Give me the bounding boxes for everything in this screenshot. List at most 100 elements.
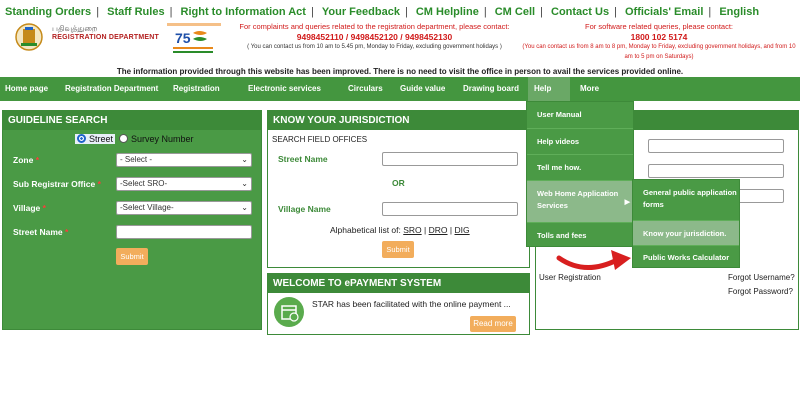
jurisdiction-panel: KNOW YOUR JURISDICTION SEARCH FIELD OFFI… [267,110,530,268]
alpha-list: Alphabetical list of: SRO | DRO | DIG [330,225,470,235]
nav-registration-department[interactable]: Registration Department [65,77,158,101]
sro-label: Sub Registrar Office * [13,179,101,189]
submenu-know-your-jurisdiction[interactable]: Know your jurisdiction. [633,220,739,245]
jur-village-input[interactable] [382,202,518,216]
village-label-text: Village [13,203,41,213]
street-label: Street Name * [13,227,68,237]
alpha-prefix: Alphabetical list of: [330,225,401,235]
separator: | [169,6,173,18]
jurisdiction-submit-button[interactable]: Submit [382,241,414,258]
chevron-down-icon: ⌄ [241,155,248,164]
link-staff-rules[interactable]: Staff Rules [102,6,169,18]
separator: | [424,225,427,235]
read-more-button[interactable]: Read more [470,316,516,332]
calendar-payment-icon [274,297,304,327]
complaint-note: ( You can contact us from 10 am to 5.45 … [247,44,502,50]
zone-select[interactable]: - Select - ⌄ [116,153,252,167]
dept-name-tamil: பதிவுத்துறை [52,24,98,33]
nav-help[interactable]: Help [528,77,570,101]
radio-survey[interactable]: Survey Number [119,134,194,144]
help-menu: User Manual Help videos Tell me how. Web… [526,101,634,247]
link-dro[interactable]: DRO [429,225,448,235]
submenu-public-works-calculator[interactable]: Public Works Calculator [633,245,739,269]
menu-user-manual[interactable]: User Manual [527,102,633,128]
link-officials-email[interactable]: Officials' Email [620,6,708,18]
nav-home[interactable]: Home page [5,77,48,101]
link-cm-helpline[interactable]: CM Helpline [411,6,484,18]
separator: | [614,6,617,18]
required-marker: * [97,179,101,189]
menu-web-home-application-services-label: Web Home Application Services [537,189,619,210]
street-name-input[interactable] [116,225,252,239]
link-english[interactable]: English [714,6,764,18]
software-line: For software related queries, please con… [585,22,733,31]
separator: | [310,6,314,18]
web-services-submenu: General public application forms Know yo… [632,179,740,268]
svg-text:75: 75 [175,30,191,46]
separator: | [449,225,453,235]
street-label-text: Street Name [13,227,63,237]
required-marker: * [35,155,39,165]
page: Standing Orders | Staff Rules | Right to I… [0,0,800,400]
software-contact: For software related queries, please con… [518,22,800,62]
jur-street-input[interactable] [382,152,518,166]
separator: | [483,6,487,18]
guideline-submit-button[interactable]: Submit [116,248,148,265]
nav-circulars[interactable]: Circulars [348,77,383,101]
software-note: (You can contact us from 8 am to 8 pm, M… [522,44,796,60]
link-rti[interactable]: Right to Information Act [176,6,311,18]
nav-guide-value[interactable]: Guide value [400,77,445,101]
nav-electronic-services[interactable]: Electronic services [248,77,321,101]
epayment-title: WELCOME TO ePAYMENT SYSTEM [268,274,529,293]
separator: | [96,6,100,18]
separator: | [540,6,543,18]
sro-select[interactable]: -Select SRO- ⌄ [116,177,252,191]
forgot-password-link[interactable]: Forgot Password? [728,287,793,296]
village-label: Village * [13,203,46,213]
jur-village-label: Village Name [278,204,331,214]
submenu-general-public-forms[interactable]: General public application forms [633,180,739,220]
sro-label-text: Sub Registrar Office [13,179,96,189]
dept-name: REGISTRATION DEPARTMENT [52,34,160,41]
required-marker: * [42,203,46,213]
menu-help-videos[interactable]: Help videos [527,128,633,154]
required-marker: * [64,227,69,237]
sro-select-value: -Select SRO- [120,179,168,188]
nav-registration[interactable]: Registration [173,77,220,101]
username-input[interactable] [648,139,784,153]
complaint-phones: 9498452110 / 9498452120 / 9498452130 [296,32,453,42]
complaint-contact: For complaints and queries related to th… [232,22,517,52]
radio-street[interactable]: Street [75,134,116,144]
radio-street-label: Street [89,134,114,144]
radio-survey-button[interactable] [119,134,128,143]
tn-emblem-logo[interactable] [12,22,46,52]
menu-web-home-application-services[interactable]: Web Home Application Services ▶ [527,180,633,222]
link-standing-orders[interactable]: Standing Orders [0,6,96,18]
info-banner: The information provided through this we… [116,67,684,76]
guideline-search-body: Street Survey Number Zone * - Select - ⌄ … [3,130,261,329]
link-feedback[interactable]: Your Feedback [317,6,405,18]
link-contact-us[interactable]: Contact Us [546,6,614,18]
zone-label: Zone * [13,155,39,165]
link-sro[interactable]: SRO [403,225,421,235]
radio-survey-label: Survey Number [131,134,194,144]
complaint-line: For complaints and queries related to th… [239,22,510,31]
village-select[interactable]: -Select Village- ⌄ [116,201,252,215]
link-dig[interactable]: DIG [455,225,470,235]
separator: | [708,6,712,18]
jurisdiction-title: KNOW YOUR JURISDICTION [268,111,529,130]
software-phone: 1800 102 5174 [630,32,688,42]
main-nav: Home page Registration Department Regist… [0,77,800,101]
zone-select-value: - Select - [120,155,153,164]
radio-street-button[interactable] [77,134,86,143]
nav-more[interactable]: More [580,77,599,101]
link-cm-cell[interactable]: CM Cell [490,6,540,18]
menu-tell-me-how[interactable]: Tell me how. [527,154,633,180]
village-select-value: -Select Village- [120,203,174,212]
epayment-panel: WELCOME TO ePAYMENT SYSTEM STAR has been… [267,273,530,335]
password-input[interactable] [648,164,784,178]
nav-drawing-board[interactable]: Drawing board [463,77,519,101]
guideline-search-panel: GUIDELINE SEARCH Street Survey Number Zo… [2,110,262,330]
zone-label-text: Zone [13,155,34,165]
forgot-username-link[interactable]: Forgot Username? [728,273,795,282]
